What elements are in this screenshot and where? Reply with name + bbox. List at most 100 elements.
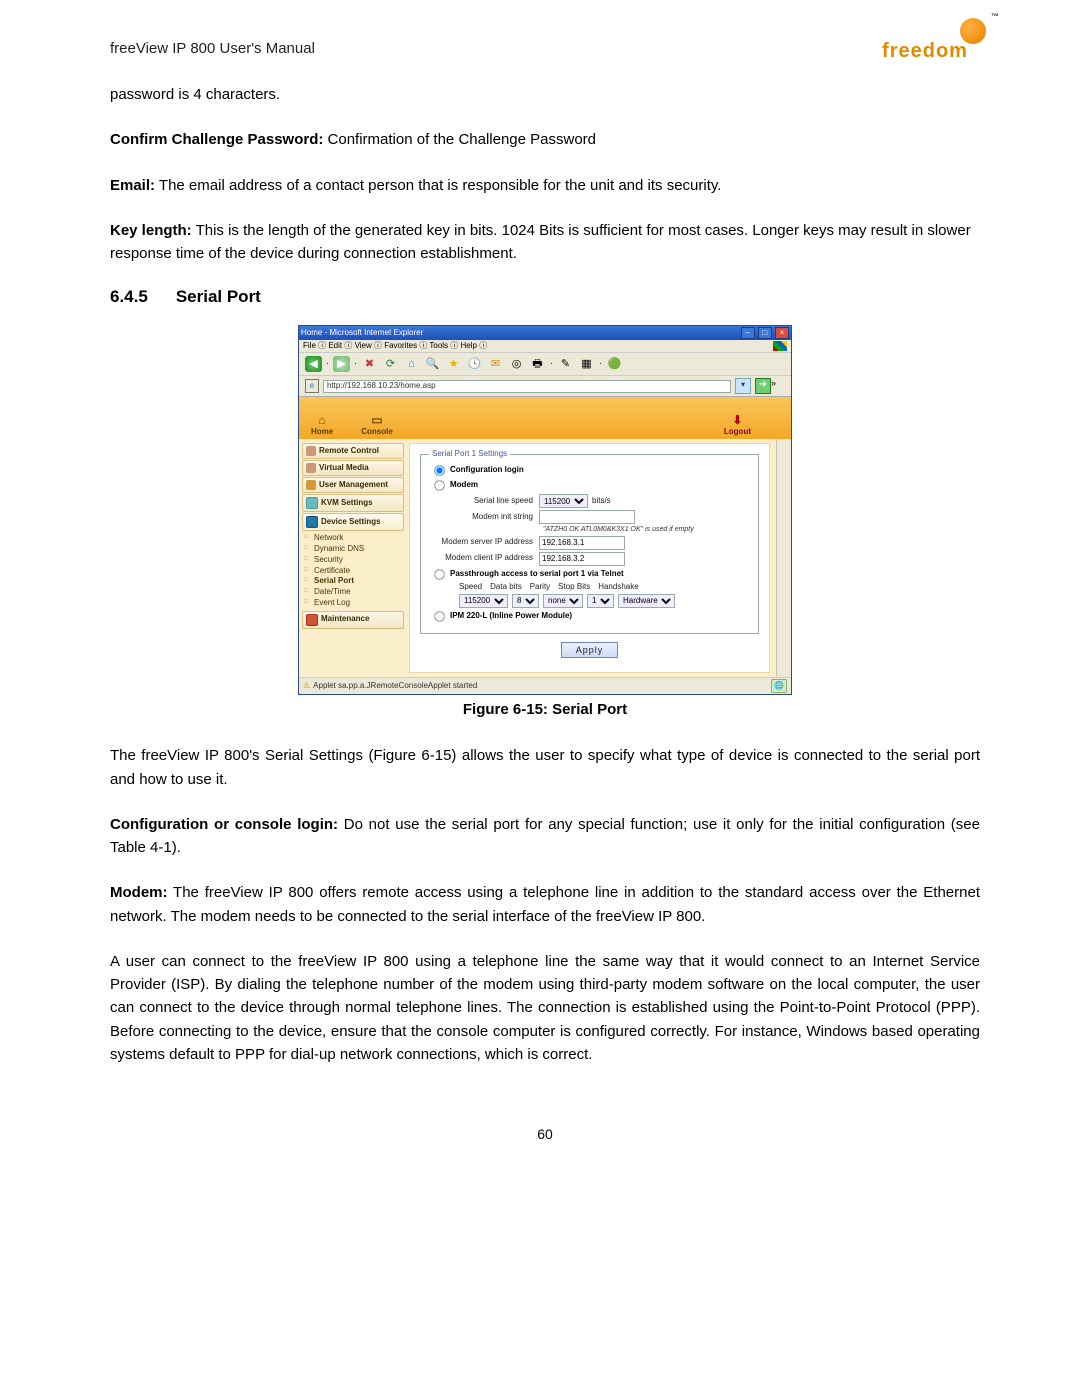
search-button[interactable]: 🔍 xyxy=(424,356,441,372)
address-dropdown[interactable]: ▾ xyxy=(735,378,751,394)
back-button[interactable]: ◀ xyxy=(305,356,322,372)
sidebar-device-settings[interactable]: Device Settings xyxy=(302,513,404,531)
figure-caption: Figure 6-15: Serial Port xyxy=(110,701,980,718)
apply-button[interactable]: Apply xyxy=(561,642,619,658)
body-p6: Configuration or console login: Do not u… xyxy=(110,813,980,860)
p3-label: Email: xyxy=(110,177,155,194)
serial-speed-label: Serial line speed xyxy=(429,497,539,506)
sidebar-maintenance[interactable]: Maintenance xyxy=(302,611,404,629)
p7-label: Modem: xyxy=(110,884,168,901)
sidebar: Remote Control Virtual Media User Manage… xyxy=(299,439,407,677)
sidebar-virtual-media[interactable]: Virtual Media xyxy=(302,460,404,476)
body-p7: Modem: The freeView IP 800 offers remote… xyxy=(110,881,980,928)
ie-toolbar: ◀· ▶· ✖ ⟳ ⌂ 🔍 ★ 🕓 ✉ ◎ 🖶· ✎ ▦· 🟢 xyxy=(299,353,791,376)
page-scrollbar[interactable] xyxy=(776,439,791,677)
sub-dynamic-dns[interactable]: Dynamic DNS xyxy=(308,544,404,555)
serial-port-panel: Serial Port 1 Settings Configuration log… xyxy=(409,443,770,673)
serial-speed-unit: bits/s xyxy=(592,497,611,506)
server-ip-input[interactable] xyxy=(539,536,625,550)
app-top-nav: ⌂Home ▭Console ⬇Logout xyxy=(299,397,791,439)
sidebar-user-management[interactable]: User Management xyxy=(302,477,404,493)
history-button[interactable]: 🕓 xyxy=(466,356,483,372)
body-p5: The freeView IP 800's Serial Settings (F… xyxy=(110,744,980,791)
body-p8: A user can connect to the freeView IP 80… xyxy=(110,950,980,1066)
radio-modem-label: Modem xyxy=(450,481,478,490)
body-p2: Confirm Challenge Password: Confirmation… xyxy=(110,128,980,151)
address-input[interactable]: http://192.168.10.23/home.asp xyxy=(323,380,731,393)
messenger-button[interactable]: 🟢 xyxy=(606,356,623,372)
discuss-button[interactable]: ▦ xyxy=(578,356,595,372)
body-p1: password is 4 characters. xyxy=(110,83,980,106)
sub-datetime[interactable]: Date/Time xyxy=(308,587,404,598)
nav-console[interactable]: ▭Console xyxy=(361,414,393,437)
pt-handshake-select[interactable]: Hardware xyxy=(618,594,675,608)
virtual-media-icon xyxy=(306,463,316,473)
nav-home[interactable]: ⌂Home xyxy=(311,414,333,437)
logo-text: freedom xyxy=(882,40,968,62)
ie-window-title: Home - Microsoft Internet Explorer xyxy=(301,329,423,338)
stop-button[interactable]: ✖ xyxy=(361,356,378,372)
sidebar-kvm-settings[interactable]: KVM Settings xyxy=(302,494,404,512)
favorites-button[interactable]: ★ xyxy=(445,356,462,372)
status-text: Applet sa.pp.a.JRemoteConsoleApplet star… xyxy=(313,682,477,691)
sidebar-remote-control[interactable]: Remote Control xyxy=(302,443,404,459)
modem-init-hint: "ATZH0 OK ATL0M0&K3X1 OK" is used if emp… xyxy=(543,526,694,534)
forward-button[interactable]: ▶ xyxy=(333,356,350,372)
pt-speed-label: Speed xyxy=(459,583,482,592)
maintenance-icon xyxy=(306,614,318,626)
edit-button[interactable]: ✎ xyxy=(557,356,574,372)
radio-modem[interactable] xyxy=(434,480,444,490)
window-maximize-button[interactable]: □ xyxy=(758,327,772,339)
serial-speed-select[interactable]: 115200 xyxy=(539,494,588,508)
page-number: 60 xyxy=(110,1126,980,1142)
ie-addressbar: e http://192.168.10.23/home.asp ▾ ➜ » xyxy=(299,376,791,397)
radio-passthrough-label: Passthrough access to serial port 1 via … xyxy=(450,570,624,579)
radio-config-login[interactable] xyxy=(434,465,444,475)
sub-network[interactable]: Network xyxy=(308,533,404,544)
radio-ipm[interactable] xyxy=(434,611,444,621)
console-icon: ▭ xyxy=(361,414,393,427)
pt-parity-select[interactable]: none xyxy=(543,594,583,608)
nav-logout[interactable]: ⬇Logout xyxy=(724,414,751,437)
p6-label: Configuration or console login: xyxy=(110,816,338,833)
home-button[interactable]: ⌂ xyxy=(403,356,420,372)
status-warning-icon: ⚠ xyxy=(303,682,310,691)
p3-text: The email address of a contact person th… xyxy=(155,177,721,194)
pt-databits-select[interactable]: 8 xyxy=(512,594,539,608)
serial-port-fieldset: Serial Port 1 Settings Configuration log… xyxy=(420,450,759,633)
radio-passthrough[interactable] xyxy=(434,569,444,579)
link-bar-chevron[interactable]: » xyxy=(771,379,785,393)
section-heading: 6.4.5Serial Port xyxy=(110,287,980,307)
ms-flag-icon xyxy=(773,341,787,351)
ie-menubar[interactable]: File ⓘ Edit ⓘ View ⓘ Favorites ⓘ Tools ⓘ… xyxy=(299,340,791,353)
media-button[interactable]: ◎ xyxy=(508,356,525,372)
body-p3: Email: The email address of a contact pe… xyxy=(110,174,980,197)
section-title: Serial Port xyxy=(176,287,261,306)
go-button[interactable]: ➜ xyxy=(755,378,771,394)
mail-button[interactable]: ✉ xyxy=(487,356,504,372)
home-icon: ⌂ xyxy=(311,414,333,427)
body-p4: Key length: This is the length of the ge… xyxy=(110,219,980,266)
client-ip-label: Modem client IP address xyxy=(429,554,539,563)
pt-databits-label: Data bits xyxy=(490,583,522,592)
pt-stopbits-label: Stop Bits xyxy=(558,583,590,592)
pt-speed-select[interactable]: 115200 xyxy=(459,594,508,608)
ie-menus[interactable]: File ⓘ Edit ⓘ View ⓘ Favorites ⓘ Tools ⓘ… xyxy=(303,342,487,351)
device-settings-icon xyxy=(306,516,318,528)
print-button[interactable]: 🖶 xyxy=(529,356,546,372)
p4-text: This is the length of the generated key … xyxy=(110,222,971,262)
p4-label: Key length: xyxy=(110,222,192,239)
window-minimize-button[interactable]: – xyxy=(741,327,755,339)
sub-certificate[interactable]: Certificate xyxy=(308,566,404,577)
modem-init-input[interactable] xyxy=(539,510,635,524)
logo-orb-icon xyxy=(960,18,986,44)
sub-event-log[interactable]: Event Log xyxy=(308,598,404,609)
sub-serial-port[interactable]: Serial Port xyxy=(308,576,404,587)
pt-stopbits-select[interactable]: 1 xyxy=(587,594,614,608)
window-close-button[interactable]: × xyxy=(775,327,789,339)
sub-security[interactable]: Security xyxy=(308,555,404,566)
pt-handshake-label: Handshake xyxy=(598,583,638,592)
refresh-button[interactable]: ⟳ xyxy=(382,356,399,372)
client-ip-input[interactable] xyxy=(539,552,625,566)
logout-icon: ⬇ xyxy=(724,414,751,427)
